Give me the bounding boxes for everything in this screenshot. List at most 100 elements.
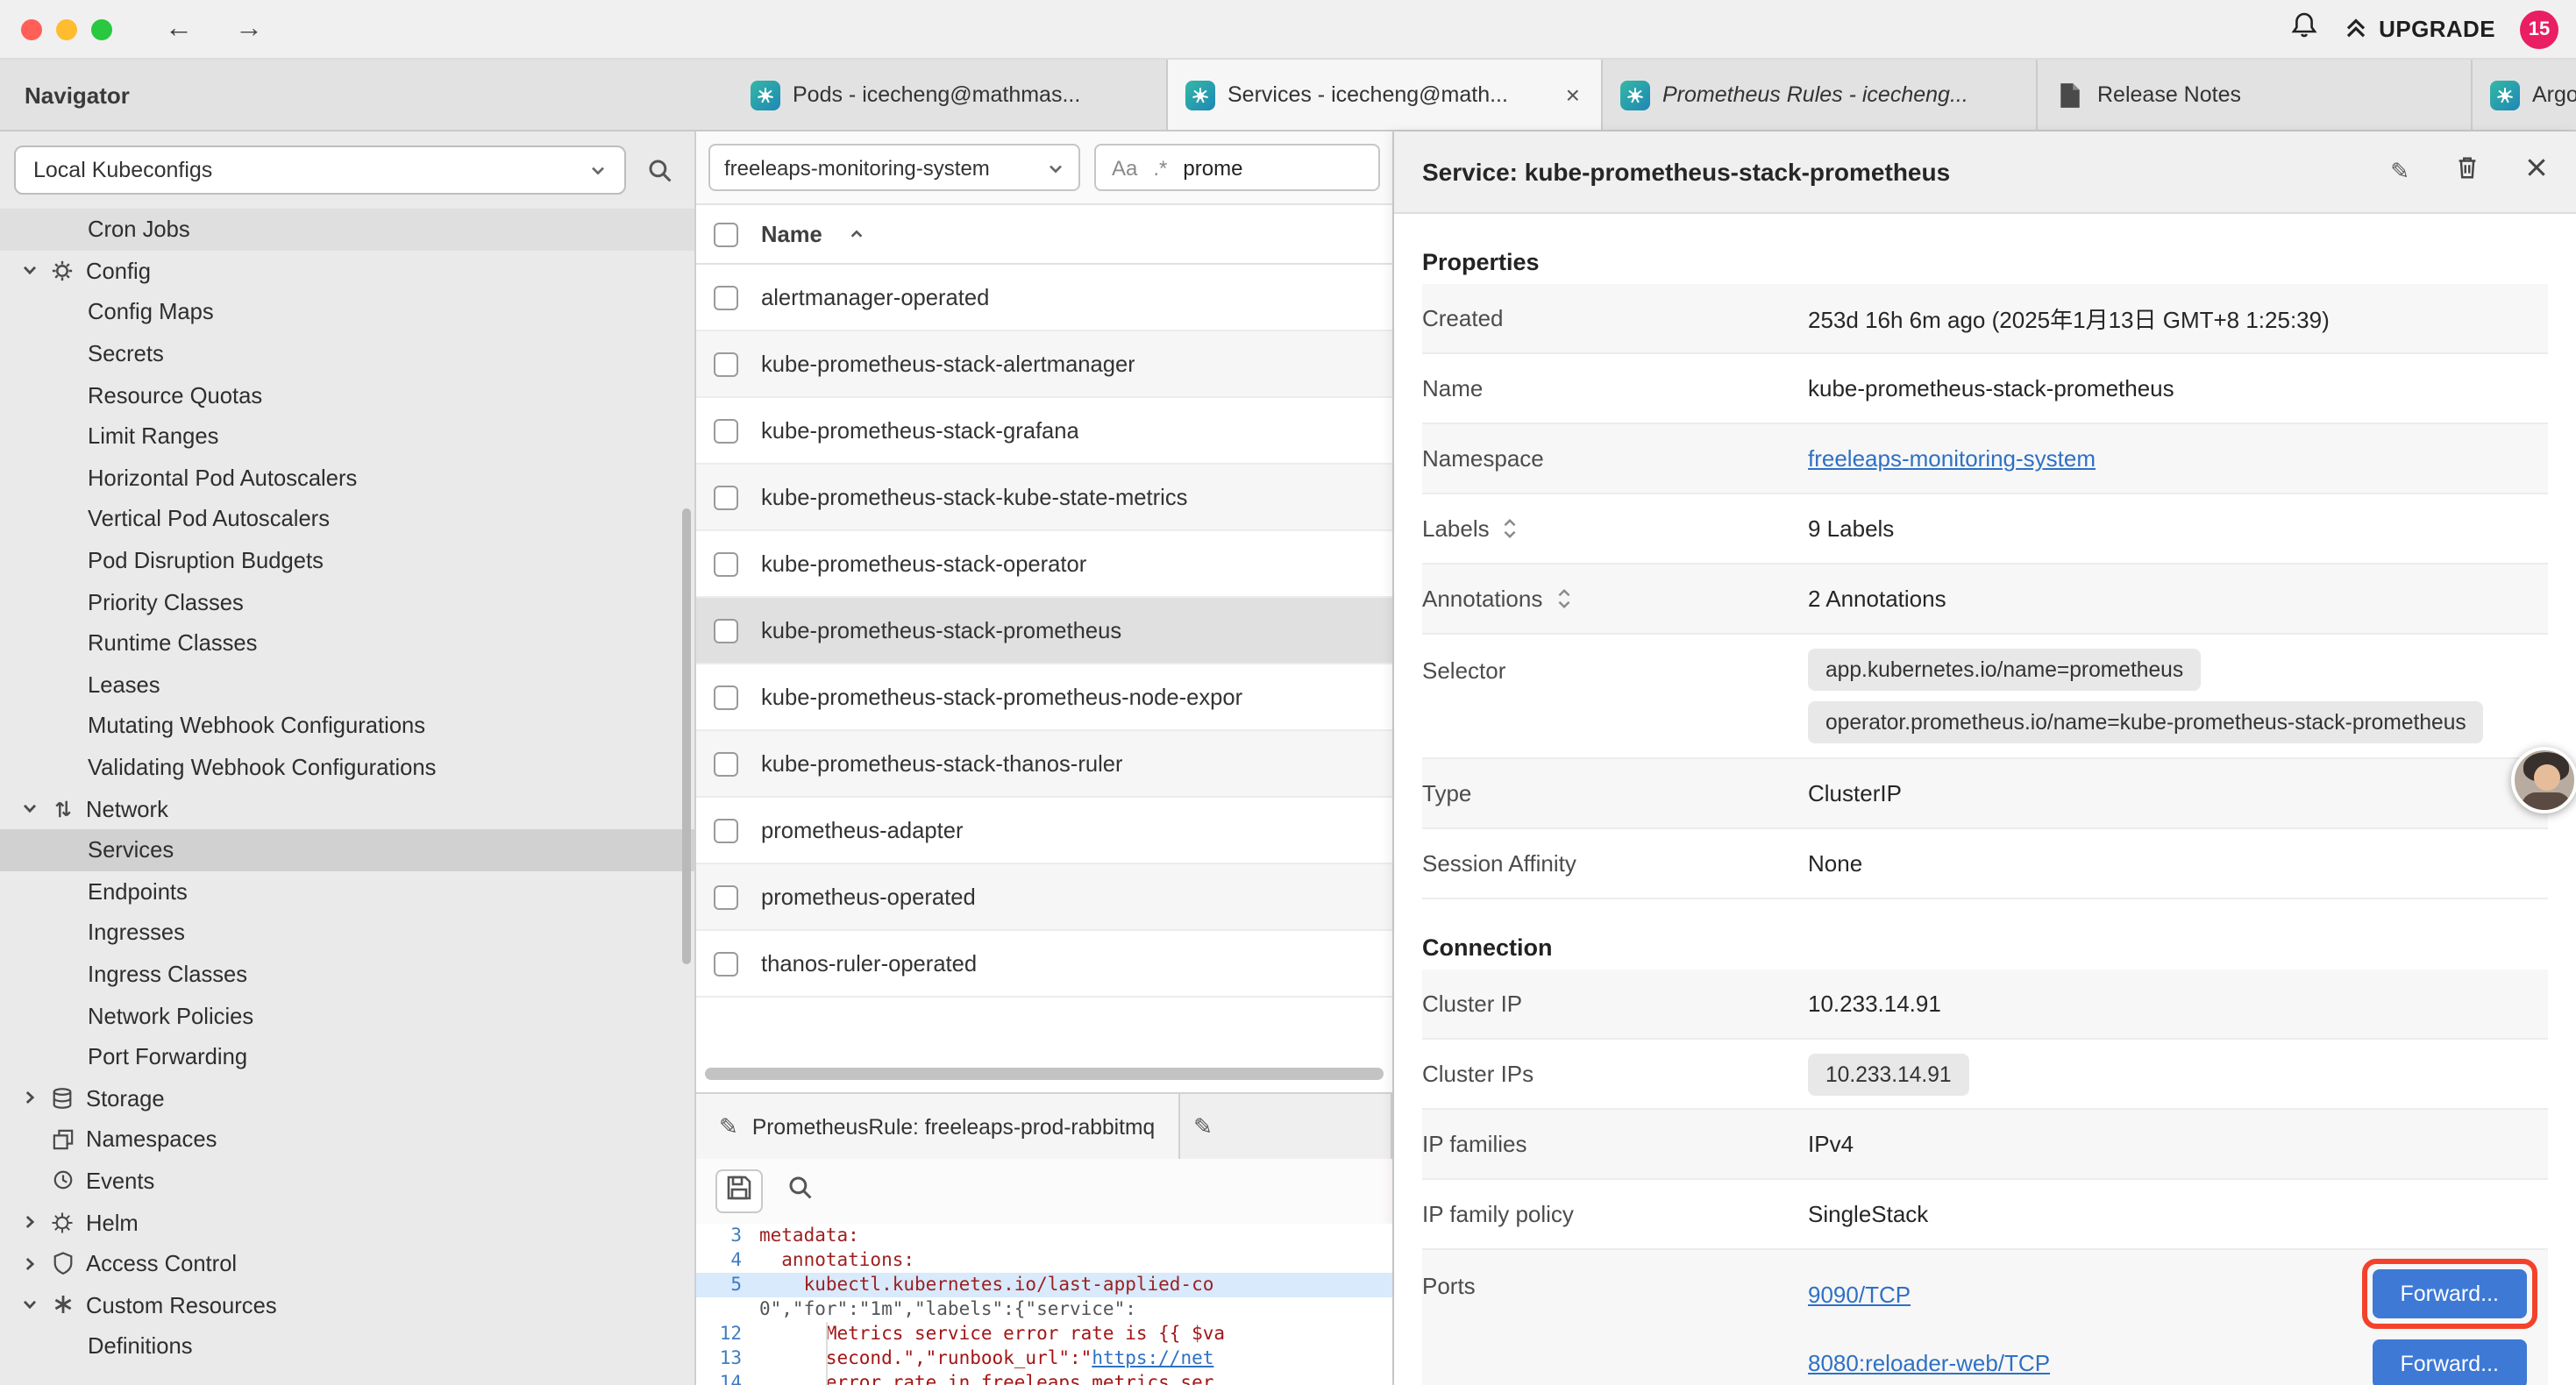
row-checkbox[interactable]	[714, 551, 738, 576]
upgrade-button[interactable]: UPGRADE	[2342, 13, 2495, 45]
sidebar-item-vertical-pod-autoscalers[interactable]: Vertical Pod Autoscalers	[0, 498, 694, 539]
kubeconfig-select[interactable]: Local Kubeconfigs	[14, 146, 626, 195]
table-row-alertmanager-operated[interactable]: alertmanager-operated	[696, 265, 1392, 331]
delete-resource-icon[interactable]	[2455, 154, 2480, 189]
sidebar-item-network[interactable]: Network	[0, 788, 694, 829]
tab-prometheus-rules-icecheng[interactable]: Prometheus Rules - icecheng...	[1603, 60, 2038, 130]
table-row-kube-prometheus-stack-alertmanager[interactable]: kube-prometheus-stack-alertmanager	[696, 331, 1392, 398]
unfold-more-icon[interactable]	[1555, 587, 1572, 610]
namespace-select[interactable]: freeleaps-monitoring-system	[708, 144, 1080, 191]
sidebar-item-services[interactable]: Services	[0, 829, 694, 870]
notifications-bell-icon[interactable]	[2289, 10, 2317, 48]
close-tab-icon[interactable]: ×	[1562, 81, 1583, 109]
editor-line: 13 second.","runbook_url":"https://net	[696, 1346, 1392, 1371]
tab-release-notes[interactable]: Release Notes	[2038, 60, 2473, 130]
table-search-input[interactable]: Aa .* prome	[1094, 144, 1380, 191]
dock-tab-prometheusrule[interactable]: ✎ PrometheusRule: freeleaps-prod-rabbitm…	[696, 1094, 1179, 1159]
horizontal-scrollbar[interactable]	[705, 1068, 1384, 1080]
table-row-kube-prometheus-stack-prometheus-node-expor[interactable]: kube-prometheus-stack-prometheus-node-ex…	[696, 664, 1392, 731]
service-name: prometheus-operated	[761, 884, 976, 910]
table-row-kube-prometheus-stack-operator[interactable]: kube-prometheus-stack-operator	[696, 531, 1392, 598]
name-column-header[interactable]: Name	[761, 221, 822, 247]
unfold-more-icon[interactable]	[1502, 517, 1519, 540]
regex-toggle[interactable]: .*	[1153, 155, 1167, 180]
sidebar-item-helm[interactable]: Helm	[0, 1202, 694, 1243]
dock-tab-partial[interactable]: ✎	[1179, 1094, 1392, 1159]
editor-search-icon[interactable]	[787, 1174, 814, 1209]
select-all-checkbox[interactable]	[714, 222, 738, 246]
table-row-thanos-ruler-operated[interactable]: thanos-ruler-operated	[696, 931, 1392, 998]
sidebar-search-icon[interactable]	[647, 157, 673, 183]
edit-resource-icon[interactable]: ✎	[2390, 158, 2409, 186]
sidebar-item-events[interactable]: Events	[0, 1160, 694, 1201]
zoom-window-button[interactable]	[91, 18, 112, 39]
user-avatar[interactable]	[2511, 747, 2576, 813]
sidebar-item-definitions[interactable]: Definitions	[0, 1325, 694, 1367]
sidebar-item-namespaces[interactable]: Namespaces	[0, 1119, 694, 1160]
sidebar-item-secrets[interactable]: Secrets	[0, 333, 694, 374]
tab-services-icecheng-math[interactable]: Services - icecheng@math...×	[1168, 60, 1603, 130]
chevron-right-icon	[21, 1090, 39, 1107]
sidebar-item-cron-jobs[interactable]: Cron Jobs	[0, 209, 694, 250]
row-checkbox[interactable]	[714, 685, 738, 709]
row-checkbox[interactable]	[714, 418, 738, 443]
row-checkbox[interactable]	[714, 352, 738, 376]
table-row-prometheus-operated[interactable]: prometheus-operated	[696, 864, 1392, 931]
notification-count-badge[interactable]: 15	[2520, 10, 2558, 48]
detail-value: app.kubernetes.io/name=prometheusoperato…	[1808, 643, 2548, 749]
drawer-title: Service: kube-prometheus-stack-prometheu…	[1422, 158, 1950, 186]
yaml-editor[interactable]: 3metadata:4 annotations:5 kubectl.kubern…	[696, 1224, 1392, 1385]
sidebar-item-leases[interactable]: Leases	[0, 664, 694, 705]
table-row-prometheus-adapter[interactable]: prometheus-adapter	[696, 798, 1392, 864]
sidebar-item-pod-disruption-budgets[interactable]: Pod Disruption Budgets	[0, 540, 694, 581]
table-row-kube-prometheus-stack-grafana[interactable]: kube-prometheus-stack-grafana	[696, 398, 1392, 465]
close-window-button[interactable]	[21, 18, 42, 39]
row-checkbox[interactable]	[714, 751, 738, 776]
sidebar-item-resource-quotas[interactable]: Resource Quotas	[0, 374, 694, 416]
sidebar-item-endpoints[interactable]: Endpoints	[0, 870, 694, 912]
sidebar-item-config[interactable]: Config	[0, 250, 694, 291]
row-checkbox[interactable]	[714, 818, 738, 842]
sidebar-item-label: Port Forwarding	[88, 1043, 247, 1069]
sidebar-item-validating-webhook-configurations[interactable]: Validating Webhook Configurations	[0, 746, 694, 787]
swap-icon	[49, 797, 75, 820]
sidebar-item-ingresses[interactable]: Ingresses	[0, 912, 694, 953]
sidebar-item-access-control[interactable]: Access Control	[0, 1243, 694, 1284]
sidebar-item-runtime-classes[interactable]: Runtime Classes	[0, 622, 694, 664]
row-checkbox[interactable]	[714, 285, 738, 309]
sidebar-item-config-maps[interactable]: Config Maps	[0, 291, 694, 332]
row-checkbox[interactable]	[714, 618, 738, 643]
detail-row-annotations: Annotations2 Annotations	[1422, 565, 2548, 635]
table-row-kube-prometheus-stack-thanos-ruler[interactable]: kube-prometheus-stack-thanos-ruler	[696, 731, 1392, 798]
sidebar-item-port-forwarding[interactable]: Port Forwarding	[0, 1036, 694, 1077]
save-button[interactable]	[715, 1169, 763, 1213]
sidebar-scrollbar[interactable]	[682, 508, 691, 964]
table-row-kube-prometheus-stack-kube-state-metrics[interactable]: kube-prometheus-stack-kube-state-metrics	[696, 465, 1392, 531]
forward-button[interactable]: →	[235, 13, 263, 45]
sidebar-item-custom-resources[interactable]: Custom Resources	[0, 1284, 694, 1325]
table-row-kube-prometheus-stack-prometheus[interactable]: kube-prometheus-stack-prometheus	[696, 598, 1392, 664]
close-drawer-icon[interactable]	[2525, 156, 2548, 188]
forward-button[interactable]: Forward...	[2372, 1339, 2527, 1385]
tab-argo-se[interactable]: Argo Se	[2473, 60, 2576, 130]
row-checkbox[interactable]	[714, 485, 738, 509]
forward-button[interactable]: Forward...	[2372, 1269, 2527, 1318]
port-link[interactable]: 9090/TCP	[1808, 1281, 1911, 1307]
namespace-link[interactable]: freeleaps-monitoring-system	[1808, 445, 2096, 472]
back-button[interactable]: ←	[165, 13, 193, 45]
sidebar-item-network-policies[interactable]: Network Policies	[0, 995, 694, 1036]
row-checkbox[interactable]	[714, 884, 738, 909]
port-link[interactable]: 8080:reloader-web/TCP	[1808, 1350, 2050, 1376]
match-case-toggle[interactable]: Aa	[1112, 155, 1137, 180]
sidebar-item-ingress-classes[interactable]: Ingress Classes	[0, 953, 694, 994]
tab-pods-icecheng-mathmas[interactable]: Pods - icecheng@mathmas...	[733, 60, 1168, 130]
row-checkbox[interactable]	[714, 951, 738, 976]
minimize-window-button[interactable]	[56, 18, 77, 39]
sidebar-item-mutating-webhook-configurations[interactable]: Mutating Webhook Configurations	[0, 705, 694, 746]
sidebar-item-limit-ranges[interactable]: Limit Ranges	[0, 416, 694, 457]
sidebar-item-horizontal-pod-autoscalers[interactable]: Horizontal Pod Autoscalers	[0, 457, 694, 498]
content-toolbar: freeleaps-monitoring-system Aa .* prome	[696, 131, 1392, 205]
sidebar-item-priority-classes[interactable]: Priority Classes	[0, 581, 694, 622]
sort-ascending-icon[interactable]	[849, 226, 865, 242]
sidebar-item-storage[interactable]: Storage	[0, 1077, 694, 1119]
